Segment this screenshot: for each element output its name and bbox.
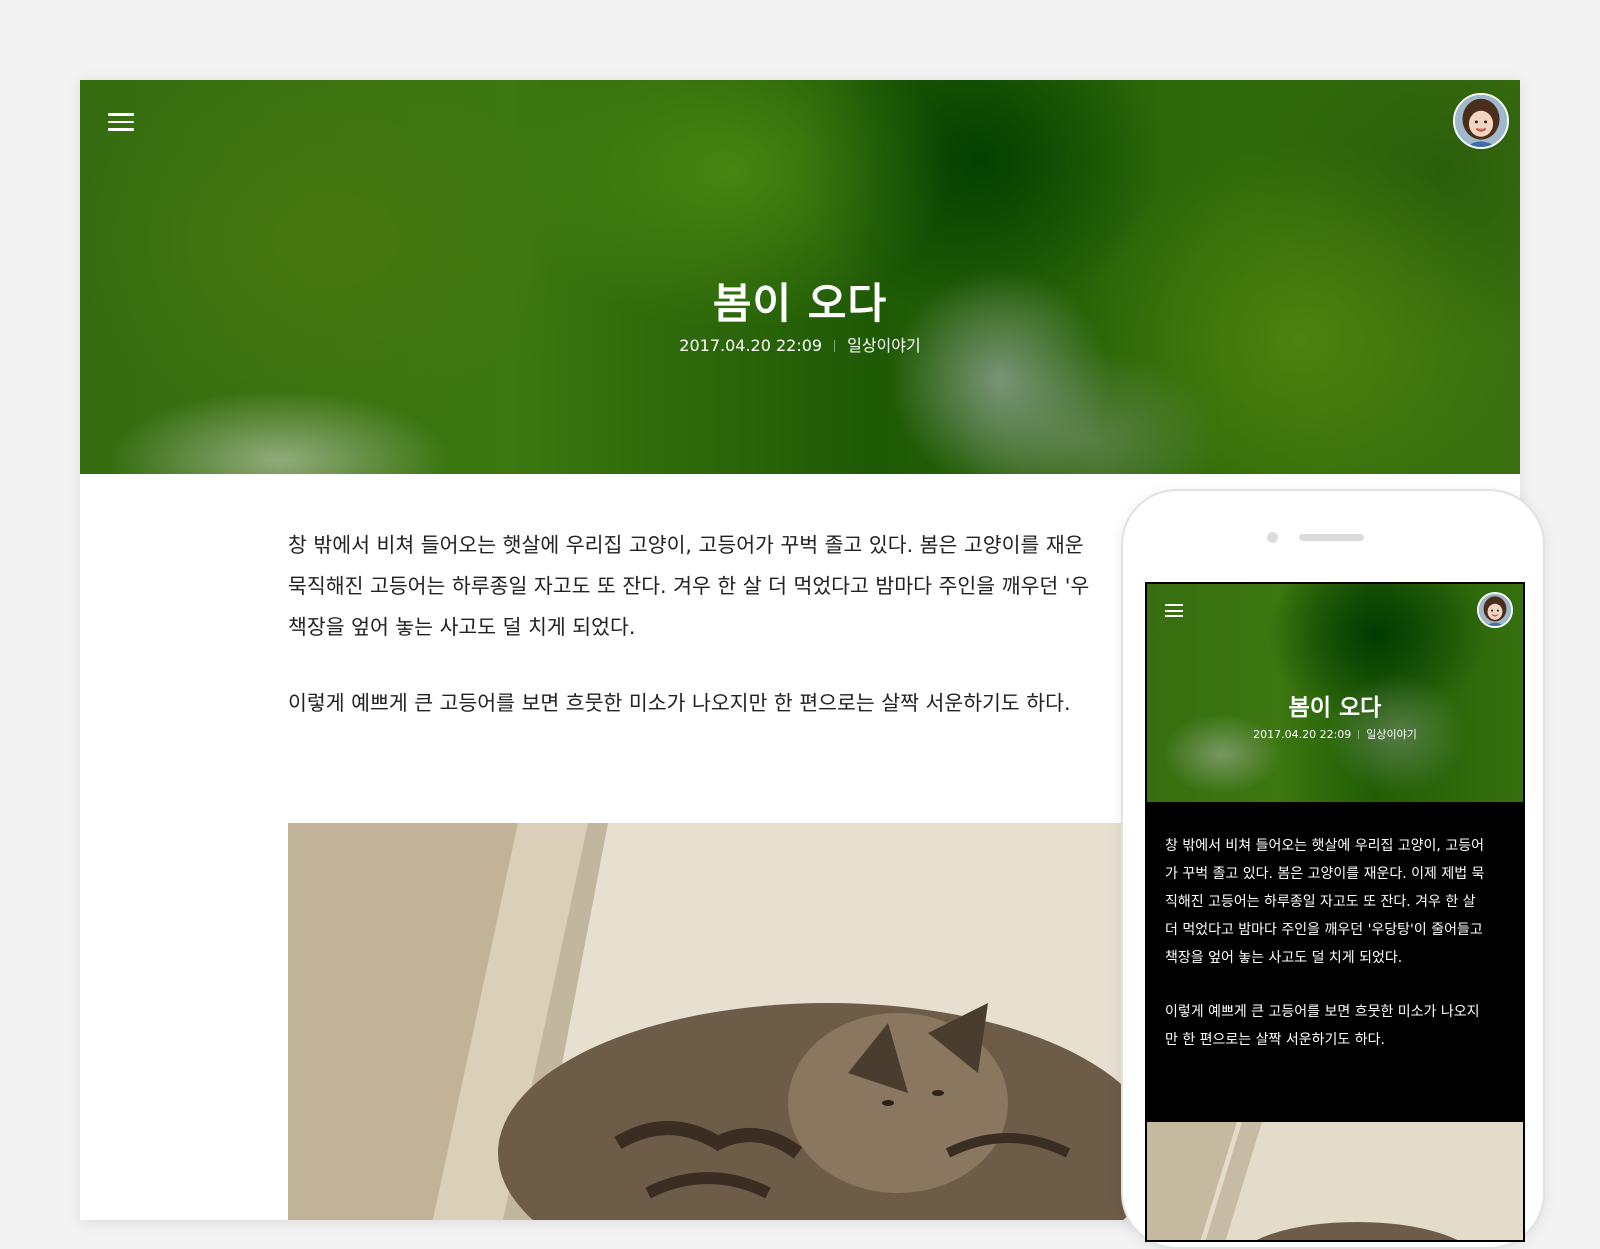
mobile-body-line: 책장을 엎어 놓는 사고도 덜 치게 되었다. bbox=[1165, 950, 1403, 966]
mobile-body-line: 직해진 고등어는 하루종일 자고도 또 잔다. 겨우 한 살 bbox=[1165, 894, 1476, 910]
meta-divider bbox=[834, 340, 836, 352]
body-line: 묵직해진 고등어는 하루종일 자고도 또 잔다. 겨우 한 살 더 먹었다고 밤… bbox=[288, 574, 1090, 598]
mobile-body-line: 만 한 편으로는 살짝 서운하기도 하다. bbox=[1165, 1032, 1385, 1048]
mobile-screen: 봄이 오다 2017.04.20 22:09 일상이야기 창 밖에서 비쳐 들어오… bbox=[1145, 582, 1525, 1242]
hero-cover: 봄이 오다 2017.04.20 22:09 일상이야기 bbox=[80, 80, 1520, 474]
post-meta: 2017.04.20 22:09 일상이야기 bbox=[80, 332, 1520, 356]
mobile-paragraph-2: 이렇게 예쁘게 큰 고등어를 보면 흐뭇한 미소가 나오지 만 한 편으로는 살… bbox=[1165, 998, 1510, 1054]
body-line: 이렇게 예쁘게 큰 고등어를 보면 흐뭇한 미소가 나오지만 한 편으로는 살짝… bbox=[288, 691, 1071, 715]
mobile-avatar-photo bbox=[1479, 594, 1511, 626]
mobile-hero-cover: 봄이 오다 2017.04.20 22:09 일상이야기 bbox=[1147, 584, 1523, 802]
mobile-hamburger-menu-icon[interactable] bbox=[1165, 604, 1183, 617]
mobile-post-date: 2017.04.20 22:09 bbox=[1253, 728, 1352, 741]
mobile-post-category[interactable]: 일상이야기 bbox=[1366, 728, 1417, 741]
mobile-body-line: 더 먹었다고 밤마다 주인을 깨우던 '우당탕'이 줄어들고 bbox=[1165, 922, 1483, 938]
mobile-body-line: 창 밖에서 비쳐 들어오는 햇살에 우리집 고양이, 고등어 bbox=[1165, 838, 1484, 854]
mobile-post-body: 창 밖에서 비쳐 들어오는 햇살에 우리집 고양이, 고등어 가 꾸벅 졸고 있… bbox=[1165, 832, 1510, 1080]
post-category[interactable]: 일상이야기 bbox=[847, 336, 921, 355]
mobile-device-frame: 봄이 오다 2017.04.20 22:09 일상이야기 창 밖에서 비쳐 들어오… bbox=[1121, 489, 1545, 1249]
avatar-photo bbox=[1455, 95, 1507, 147]
mobile-avatar[interactable] bbox=[1477, 592, 1513, 628]
post-title: 봄이 오다 bbox=[712, 279, 888, 328]
body-line: 책장을 엎어 놓는 사고도 덜 치게 되었다. bbox=[288, 615, 636, 639]
mobile-paragraph-1: 창 밖에서 비쳐 들어오는 햇살에 우리집 고양이, 고등어 가 꾸벅 졸고 있… bbox=[1165, 832, 1510, 972]
mobile-post-meta: 2017.04.20 22:09 일상이야기 bbox=[1147, 726, 1523, 742]
mobile-cat-photo bbox=[1147, 1122, 1523, 1240]
speaker-grill bbox=[1299, 534, 1364, 541]
mobile-body-line: 가 꾸벅 졸고 있다. 봄은 고양이를 재운다. 이제 제법 묵 bbox=[1165, 866, 1485, 882]
hamburger-menu-icon[interactable] bbox=[108, 113, 134, 131]
mobile-body-line: 이렇게 예쁘게 큰 고등어를 보면 흐뭇한 미소가 나오지 bbox=[1165, 1004, 1480, 1020]
mobile-meta-divider bbox=[1358, 730, 1360, 739]
mobile-cat-photo-illustration bbox=[1147, 1122, 1523, 1240]
camera-icon bbox=[1267, 532, 1278, 543]
body-line: 창 밖에서 비쳐 들어오는 햇살에 우리집 고양이, 고등어가 꾸벅 졸고 있다… bbox=[288, 533, 1084, 557]
post-date: 2017.04.20 22:09 bbox=[679, 336, 823, 355]
mobile-post-title: 봄이 오다 bbox=[1288, 695, 1382, 721]
avatar[interactable] bbox=[1453, 93, 1509, 149]
